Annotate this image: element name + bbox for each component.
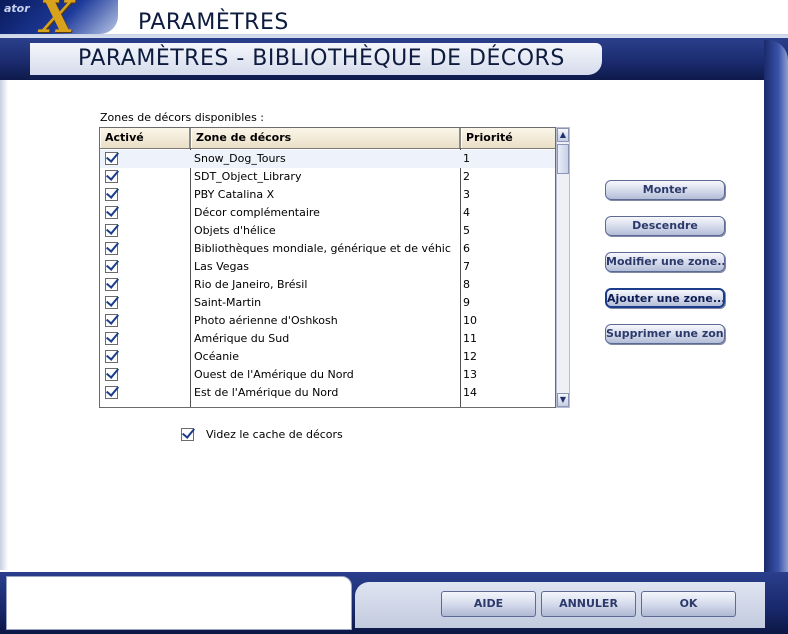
scroll-up-arrow-icon[interactable]: ▲	[557, 128, 569, 142]
row-active-checkbox[interactable]	[105, 296, 118, 309]
scroll-down-arrow-icon[interactable]: ▼	[557, 393, 569, 407]
add-zone-button[interactable]: Ajouter une zone...	[605, 288, 725, 308]
logo-x-mark: X	[40, 0, 75, 43]
row-zone-name: Photo aérienne d'Oshkosh	[194, 314, 338, 327]
table-row[interactable]: Rio de Janeiro, Brésil 8	[100, 276, 555, 294]
row-priority: 4	[463, 206, 470, 219]
table-row[interactable]: Photo aérienne d'Oshkosh 10	[100, 312, 555, 330]
zones-list-label: Zones de décors disponibles :	[100, 111, 265, 124]
row-active-checkbox[interactable]	[105, 170, 118, 183]
edit-zone-button[interactable]: Modifier une zone...	[605, 252, 725, 272]
column-header-active[interactable]: Activé	[100, 128, 191, 148]
row-priority: 13	[463, 368, 477, 381]
row-priority: 6	[463, 242, 470, 255]
row-priority: 9	[463, 296, 470, 309]
row-active-checkbox[interactable]	[105, 224, 118, 237]
row-zone-name: Ouest de l'Amérique du Nord	[194, 368, 354, 381]
move-down-button[interactable]: Descendre	[605, 216, 725, 236]
row-zone-name: Est de l'Amérique du Nord	[194, 386, 339, 399]
row-zone-name: Snow_Dog_Tours	[194, 152, 286, 165]
row-active-checkbox[interactable]	[105, 242, 118, 255]
table-row[interactable]: Objets d'hélice 5	[100, 222, 555, 240]
row-active-checkbox[interactable]	[105, 260, 118, 273]
row-active-checkbox[interactable]	[105, 368, 118, 381]
table-row[interactable]: Décor complémentaire 4	[100, 204, 555, 222]
table-row[interactable]: SDT_Object_Library 2	[100, 168, 555, 186]
table-row[interactable]: Amérique du Sud 11	[100, 330, 555, 348]
row-priority: 1	[463, 152, 470, 165]
app-logo: ator X	[0, 0, 118, 43]
row-priority: 8	[463, 278, 470, 291]
move-up-button[interactable]: Monter	[605, 180, 725, 200]
row-zone-name: Océanie	[194, 350, 240, 363]
row-zone-name: Las Vegas	[194, 260, 249, 273]
scrollbar-thumb[interactable]	[557, 144, 569, 174]
row-zone-name: Décor complémentaire	[194, 206, 320, 219]
row-active-checkbox[interactable]	[105, 152, 118, 165]
row-active-checkbox[interactable]	[105, 278, 118, 291]
scenery-zones-table[interactable]: Activé Zone de décors Priorité Snow_Dog_…	[99, 127, 556, 408]
row-priority: 3	[463, 188, 470, 201]
help-button[interactable]: AIDE	[441, 591, 536, 617]
clear-cache-checkbox[interactable]	[181, 428, 194, 441]
bottom-left-panel	[6, 576, 352, 630]
table-row[interactable]: Bibliothèques mondiale, générique et de …	[100, 240, 555, 258]
table-row[interactable]: Ouest de l'Amérique du Nord 13	[100, 366, 555, 384]
remove-zone-button[interactable]: Supprimer une zone	[605, 324, 725, 344]
row-active-checkbox[interactable]	[105, 332, 118, 345]
column-header-zone[interactable]: Zone de décors	[191, 128, 461, 148]
table-row[interactable]: PBY Catalina X 3	[100, 186, 555, 204]
row-priority: 14	[463, 386, 477, 399]
table-row[interactable]: Las Vegas 7	[100, 258, 555, 276]
page-section-title: PARAMÈTRES	[138, 10, 289, 35]
row-active-checkbox[interactable]	[105, 314, 118, 327]
row-active-checkbox[interactable]	[105, 188, 118, 201]
page-title: PARAMÈTRES - BIBLIOTHÈQUE DE DÉCORS	[78, 46, 565, 71]
table-row[interactable]: Snow_Dog_Tours 1	[100, 150, 555, 168]
row-zone-name: Rio de Janeiro, Brésil	[194, 278, 308, 291]
window-left-frame	[0, 80, 8, 570]
row-priority: 11	[463, 332, 477, 345]
clear-cache-label[interactable]: Videz le cache de décors	[206, 428, 343, 441]
row-active-checkbox[interactable]	[105, 386, 118, 399]
row-zone-name: Objets d'hélice	[194, 224, 276, 237]
logo-text: ator	[4, 2, 30, 15]
row-priority: 12	[463, 350, 477, 363]
row-active-checkbox[interactable]	[105, 350, 118, 363]
row-priority: 2	[463, 170, 470, 183]
table-row[interactable]: Océanie 12	[100, 348, 555, 366]
row-zone-name: Amérique du Sud	[194, 332, 290, 345]
row-zone-name: SDT_Object_Library	[194, 170, 302, 183]
table-scrollbar[interactable]: ▲ ▼	[556, 127, 570, 408]
window-right-frame	[764, 40, 788, 634]
row-zone-name: Bibliothèques mondiale, générique et de …	[194, 242, 451, 255]
ok-button[interactable]: OK	[641, 591, 736, 617]
table-row[interactable]: Saint-Martin 9	[100, 294, 555, 312]
row-priority: 10	[463, 314, 477, 327]
row-priority: 5	[463, 224, 470, 237]
row-zone-name: Saint-Martin	[194, 296, 262, 309]
table-header: Activé Zone de décors Priorité	[100, 128, 555, 149]
table-rows: Snow_Dog_Tours 1 SDT_Object_Library 2 PBY Ca…	[100, 150, 555, 402]
cancel-button[interactable]: ANNULER	[541, 591, 636, 617]
row-zone-name: PBY Catalina X	[194, 188, 275, 201]
column-header-priority[interactable]: Priorité	[461, 128, 555, 148]
row-priority: 7	[463, 260, 470, 273]
row-active-checkbox[interactable]	[105, 206, 118, 219]
table-row[interactable]: Est de l'Amérique du Nord 14	[100, 384, 555, 402]
